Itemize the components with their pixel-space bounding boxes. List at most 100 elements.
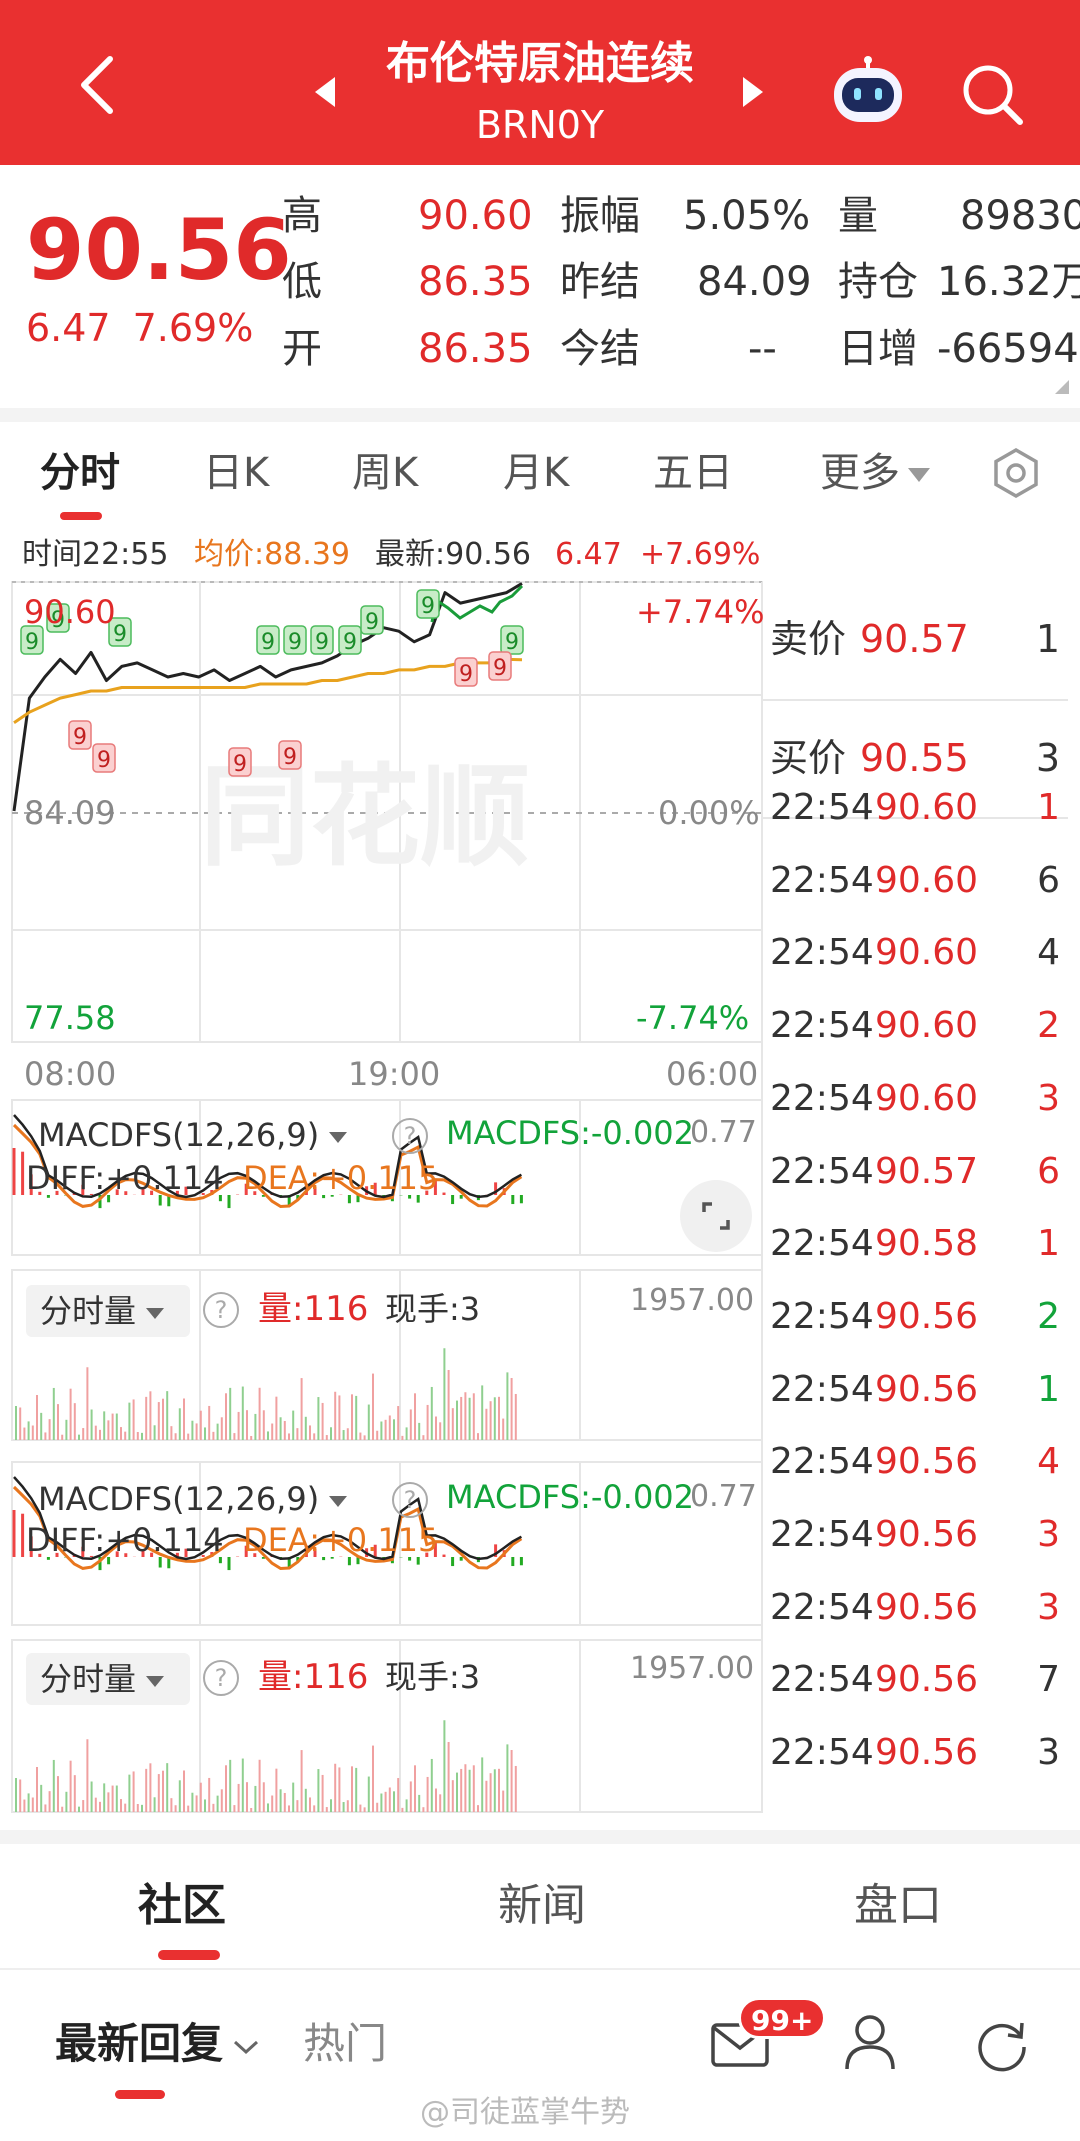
tick-time: 22:54 — [770, 1368, 874, 1410]
tab-monthly-k[interactable]: 月K — [503, 448, 569, 498]
time-axis-end: 06:00 — [666, 1055, 759, 1093]
active-filter-indicator — [115, 2090, 165, 2099]
active-subtab-indicator — [158, 1950, 220, 1960]
tick-time: 22:54 — [770, 932, 874, 974]
volume-label: 量 — [838, 193, 878, 239]
next-instrument-icon[interactable] — [743, 77, 763, 107]
tab-order-book[interactable]: 盘口 — [854, 1878, 942, 1934]
open-value: 86.35 — [418, 326, 533, 372]
back-arrow-icon[interactable] — [78, 55, 116, 115]
macd-dea-2: DEA:+0.115 — [243, 1521, 439, 1559]
profile-icon[interactable] — [842, 2012, 898, 2072]
top-bar: 布伦特原油连续 BRN0Y — [0, 0, 1080, 165]
macd-value: MACDFS:-0.002 — [446, 1114, 695, 1152]
tick-time: 22:54 — [770, 1005, 874, 1047]
chart-zero-pct: 0.00% — [658, 794, 760, 832]
chart-low-pct: -7.74% — [636, 999, 750, 1037]
volume-selector-2[interactable]: 分时量 — [26, 1653, 190, 1705]
time-axis-start: 08:00 — [24, 1055, 117, 1093]
amplitude-label: 振幅 — [560, 193, 640, 239]
macd-selector-label: MACDFS(12,26,9) — [38, 1116, 320, 1154]
tick-price: 90.57 — [875, 1150, 979, 1192]
tick-time: 22:54 — [770, 1150, 874, 1192]
volume-hand-2: 现手:3 — [385, 1658, 481, 1696]
volume-selector[interactable]: 分时量 — [26, 1285, 190, 1337]
chevron-down-icon — [234, 2040, 259, 2054]
tab-more-label: 更多 — [820, 450, 900, 496]
tab-news[interactable]: 新闻 — [498, 1878, 586, 1934]
tick-time: 22:54 — [770, 1077, 874, 1119]
volume-qty-2: 量:116 — [258, 1657, 369, 1697]
series-avg-line — [13, 657, 523, 724]
volume-selector-label: 分时量 — [40, 1660, 137, 1698]
latest-reply-label: 最新回复 — [55, 2019, 224, 2068]
tick-time: 22:54 — [770, 1514, 874, 1555]
divider — [0, 1830, 1080, 1844]
price-change: 6.47 7.69% — [26, 306, 253, 350]
buy-signal-label: 9 — [315, 630, 329, 655]
daily-increase-label: 日增 — [838, 326, 918, 372]
tick-time: 22:54 — [770, 1732, 874, 1774]
macd-value-2: MACDFS:-0.002 — [446, 1478, 695, 1516]
latest-change: 6.47 — [555, 537, 622, 572]
expand-corner-icon[interactable] — [1055, 380, 1069, 394]
fullscreen-icon — [702, 1202, 730, 1230]
tick-volume: 6 — [1037, 859, 1060, 901]
chart-low-price: 77.58 — [24, 999, 116, 1037]
crosshair-time: 时间22:55 — [22, 537, 169, 572]
help-icon[interactable]: ? — [203, 1292, 239, 1328]
sell-signal-label: 9 — [233, 752, 247, 777]
search-icon[interactable] — [958, 60, 1026, 128]
tick-volume: 7 — [1037, 1659, 1060, 1701]
buy-signal-label: 9 — [25, 630, 39, 655]
prev-instrument-icon[interactable] — [315, 77, 335, 107]
help-icon[interactable]: ? — [392, 1118, 428, 1154]
tick-volume: 3 — [1037, 1586, 1060, 1628]
change-percent: 7.69% — [132, 306, 254, 350]
macd-selector-2[interactable]: MACDFS(12,26,9) — [26, 1473, 378, 1525]
avg-price: 均价:88.39 — [194, 537, 350, 572]
tick-volume: 1 — [1037, 787, 1060, 828]
instrument-code: BRN0Y — [475, 103, 605, 147]
buy-signal-label: 9 — [421, 594, 435, 619]
instrument-title: 布伦特原油连续 — [386, 38, 694, 89]
macd-diff: DIFF:+0.114 — [26, 1159, 224, 1197]
ask-volume: 1 — [1035, 617, 1060, 661]
tick-time: 22:54 — [770, 1659, 874, 1701]
tick-volume: 4 — [1037, 1441, 1060, 1483]
buy-signal-label: 9 — [365, 610, 379, 635]
tick-price: 90.58 — [875, 1223, 979, 1265]
bid-price: 90.55 — [860, 736, 969, 780]
tab-weekly-k[interactable]: 周K — [352, 448, 418, 498]
tick-volume: 3 — [1037, 1514, 1060, 1555]
latest-reply-filter[interactable]: 最新回复 — [55, 2018, 261, 2070]
sell-signal-label: 9 — [283, 745, 297, 770]
tab-intraday[interactable]: 分时 — [40, 448, 120, 498]
buy-signal-label: 9 — [505, 630, 519, 655]
help-icon[interactable]: ? — [392, 1482, 428, 1518]
refresh-icon[interactable] — [972, 2015, 1032, 2075]
settle-value: -- — [748, 326, 777, 372]
tick-volume: 6 — [1037, 1150, 1060, 1192]
tick-price: 90.56 — [875, 1295, 979, 1337]
open-label: 开 — [282, 326, 322, 372]
tick-volume: 4 — [1037, 932, 1060, 974]
ask-label: 卖价 — [770, 617, 847, 661]
volume-max: 1957.00 — [630, 1283, 755, 1318]
robot-assistant-icon[interactable] — [828, 56, 908, 126]
bid-volume: 3 — [1035, 736, 1060, 780]
tab-community[interactable]: 社区 — [138, 1878, 226, 1934]
fullscreen-button[interactable] — [680, 1180, 752, 1252]
macd-selector[interactable]: MACDFS(12,26,9) — [26, 1109, 378, 1161]
help-icon[interactable]: ? — [203, 1660, 239, 1696]
tab-more[interactable]: 更多 — [820, 448, 930, 498]
hot-filter[interactable]: 热门 — [303, 2018, 387, 2070]
chart-high-pct: +7.74% — [636, 593, 765, 631]
tab-daily-k[interactable]: 日K — [203, 448, 269, 498]
tick-time: 22:54 — [770, 1295, 874, 1337]
tick-volume: 2 — [1037, 1295, 1060, 1337]
tab-five-day[interactable]: 五日 — [653, 448, 733, 498]
high-label: 高 — [282, 193, 322, 239]
settings-icon[interactable] — [990, 447, 1042, 499]
amplitude-value: 5.05% — [683, 193, 811, 239]
